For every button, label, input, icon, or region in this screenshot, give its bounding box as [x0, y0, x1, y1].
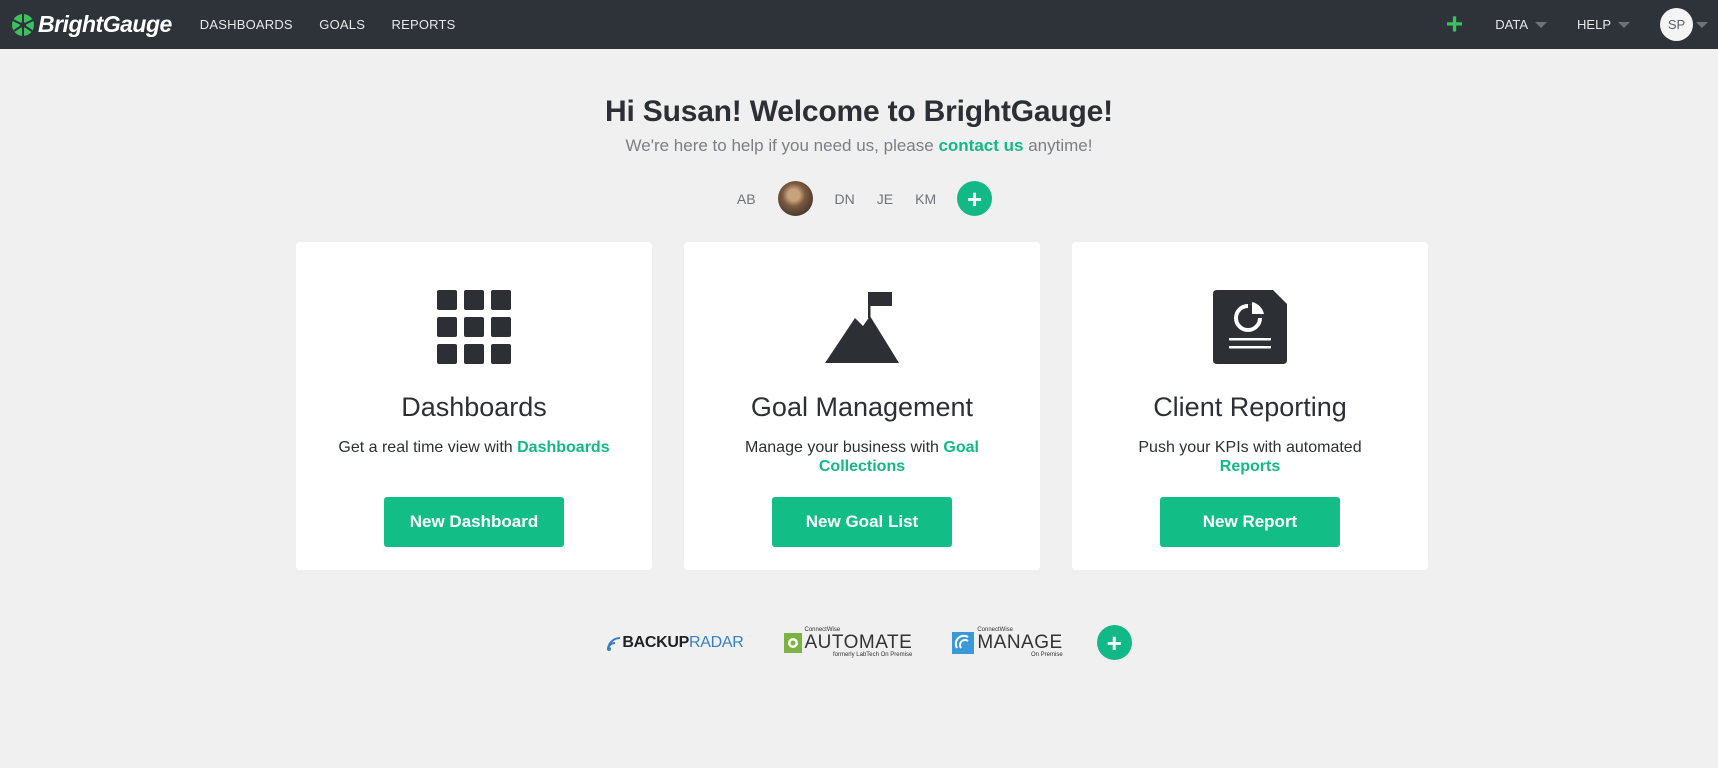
- contact-us-link[interactable]: contact us: [938, 136, 1023, 155]
- dashboards-card: Dashboards Get a real time view with Das…: [296, 242, 652, 570]
- backup-text: BACKUP: [622, 633, 689, 651]
- brightgauge-logo[interactable]: BrightGauge: [11, 11, 172, 38]
- add-plus-icon[interactable]: +: [1446, 9, 1464, 40]
- new-report-button[interactable]: New Report: [1160, 497, 1340, 547]
- new-goal-list-button[interactable]: New Goal List: [772, 497, 952, 547]
- logo-text: BrightGauge: [38, 11, 172, 37]
- add-integration-button[interactable]: +: [1096, 625, 1132, 660]
- user-initials-ab[interactable]: AB: [737, 191, 756, 207]
- main-nav: DASHBOARDS GOALS REPORTS: [200, 16, 456, 34]
- gauge-logo-icon: [12, 13, 34, 36]
- card-title: Dashboards: [401, 392, 547, 422]
- chevron-down-icon: [1535, 21, 1548, 28]
- welcome-subtitle: We're here to help if you need us, pleas…: [0, 136, 1718, 156]
- manage-name: MANAGE: [977, 632, 1063, 653]
- nav-dashboards[interactable]: DASHBOARDS: [200, 17, 293, 32]
- help-menu[interactable]: HELP: [1577, 17, 1630, 32]
- user-menu[interactable]: SP: [1660, 8, 1708, 41]
- mountain-flag-icon: [825, 290, 899, 364]
- card-description: Push your KPIs with automated Reports: [1110, 438, 1390, 494]
- welcome-section: Hi Susan! Welcome to BrightGauge! We're …: [0, 95, 1718, 156]
- reports-link[interactable]: Reports: [1220, 458, 1280, 475]
- chevron-down-icon: [1618, 21, 1630, 28]
- connectwise-manage-integration[interactable]: ConnectWise MANAGE On Premise: [952, 627, 1063, 658]
- card-desc-text: Get a real time view with: [338, 439, 518, 456]
- subtitle-text-after: anytime!: [1023, 136, 1093, 155]
- avatar: SP: [1660, 8, 1693, 41]
- user-avatar-photo[interactable]: [777, 181, 813, 216]
- nav-goals[interactable]: GOALS: [319, 17, 365, 32]
- new-dashboard-button[interactable]: New Dashboard: [384, 497, 564, 547]
- team-members: AB DN JE KM +: [0, 181, 1718, 216]
- automate-logo-text: ConnectWise AUTOMATE formerly LabTech On…: [805, 627, 913, 658]
- radar-text: RADAR: [688, 633, 744, 651]
- card-description: Manage your business with Goal Collectio…: [722, 438, 1002, 494]
- card-description: Get a real time view with Dashboards: [334, 438, 614, 494]
- subtitle-text-before: We're here to help if you need us, pleas…: [625, 136, 939, 155]
- client-reporting-card: Client Reporting Push your KPIs with aut…: [1072, 242, 1428, 570]
- manage-logo-text: ConnectWise MANAGE On Premise: [977, 627, 1062, 658]
- feature-cards: Dashboards Get a real time view with Das…: [296, 242, 1428, 570]
- manage-sub: On Premise: [1030, 652, 1063, 658]
- radar-wave-icon: [607, 636, 621, 651]
- grid-icon: [437, 290, 511, 364]
- topbar-right: + DATA HELP SP: [1446, 0, 1718, 49]
- card-title: Client Reporting: [1153, 392, 1347, 422]
- dashboards-link[interactable]: Dashboards: [517, 439, 609, 456]
- data-menu-label: DATA: [1495, 17, 1529, 32]
- connectwise-automate-integration[interactable]: ConnectWise AUTOMATE formerly LabTech On…: [783, 627, 913, 658]
- add-user-button[interactable]: +: [957, 181, 993, 216]
- card-title: Goal Management: [750, 392, 974, 422]
- card-desc-text: Push your KPIs with automated: [1138, 439, 1362, 456]
- backup-radar-logo-text: BACKUPRADAR: [622, 634, 743, 652]
- backup-radar-integration[interactable]: BACKUPRADAR: [606, 634, 744, 652]
- manage-logo-icon: [952, 631, 975, 654]
- report-document-icon: [1213, 290, 1287, 364]
- automate-name: AUTOMATE: [804, 632, 913, 653]
- goal-management-card: Goal Management Manage your business wit…: [684, 242, 1040, 570]
- user-initials-je[interactable]: JE: [877, 191, 893, 207]
- data-menu[interactable]: DATA: [1495, 17, 1548, 32]
- automate-sub: formerly LabTech On Premise: [832, 652, 913, 658]
- user-initials-dn[interactable]: DN: [835, 191, 855, 207]
- chevron-down-icon: [1696, 21, 1708, 28]
- top-navigation-bar: BrightGauge DASHBOARDS GOALS REPORTS + D…: [0, 0, 1718, 49]
- help-menu-label: HELP: [1577, 17, 1611, 32]
- user-initials-km[interactable]: KM: [915, 191, 936, 207]
- automate-logo-icon: [783, 632, 802, 653]
- nav-reports[interactable]: REPORTS: [392, 17, 456, 32]
- page-title: Hi Susan! Welcome to BrightGauge!: [605, 95, 1113, 128]
- integrations-row: BACKUPRADAR ConnectWise AUTOMATE formerl…: [0, 625, 1718, 660]
- card-desc-text: Manage your business with: [745, 439, 944, 456]
